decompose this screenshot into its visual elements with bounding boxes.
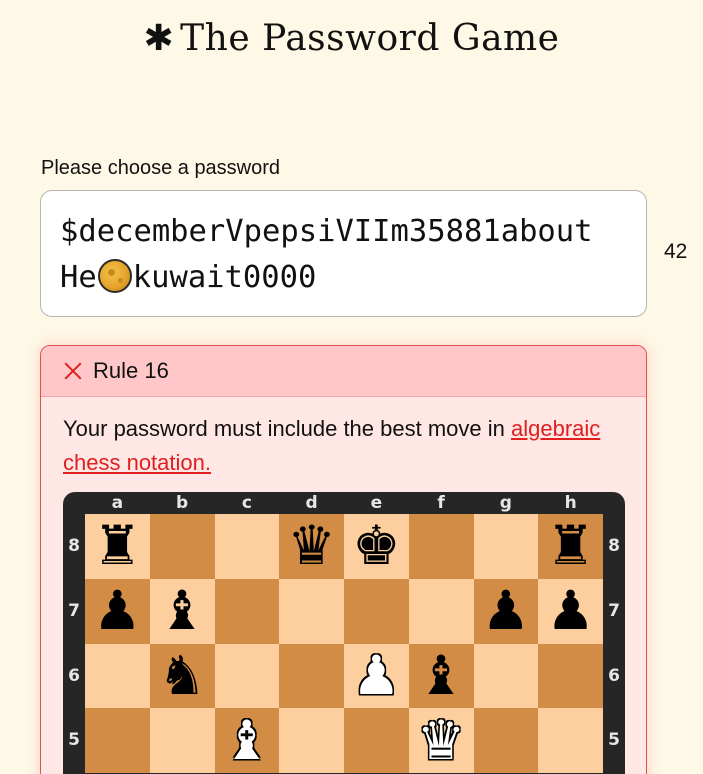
page-title: ✱ The Password Game: [0, 18, 703, 59]
square-h6: [538, 643, 603, 709]
white-pawn-icon: ♟: [352, 643, 401, 707]
square-d7: [279, 578, 344, 644]
page-title-text: The Password Game: [180, 18, 560, 59]
black-bishop-icon: ♝: [157, 579, 207, 643]
square-a7: ♟: [85, 578, 150, 644]
black-pawn-icon: ♟: [481, 579, 531, 643]
password-text-part2: kuwait0000: [132, 260, 317, 295]
rule-description-text: Your password must include the best move…: [63, 416, 511, 441]
file-labels: a b c d e f g h: [85, 492, 603, 514]
square-e5: [344, 708, 409, 773]
white-bishop-icon: ♝: [222, 708, 272, 772]
square-a6: [85, 643, 150, 709]
rule-header: Rule 16: [41, 346, 646, 397]
square-g7: ♟: [473, 578, 539, 644]
square-d8: ♛: [279, 514, 344, 579]
square-e7: [344, 578, 409, 644]
square-b7: ♝: [149, 578, 215, 644]
black-knight-icon: ♞: [157, 643, 207, 707]
square-g8: [473, 514, 539, 579]
rank-label-8: 8: [608, 536, 620, 556]
square-d6: [279, 643, 344, 709]
square-a8: ♜: [85, 514, 150, 579]
square-h7: ♟: [538, 578, 603, 644]
file-label-c: c: [241, 493, 252, 513]
chess-board-frame: abcdefgh 8765 8765 ♜ ♛ ♚ ♜ ♟ ♝ ♟ ♟ ♞ ♟ ♝ ♝ ♛: [63, 492, 625, 774]
square-c6: [214, 643, 280, 709]
black-pawn-icon: ♟: [546, 579, 595, 643]
white-queen-icon: ♛: [416, 708, 466, 772]
rule-card: Rule 16 Your password must include the b…: [40, 345, 647, 774]
rank-labels-left: 8 7 6 5: [63, 514, 85, 773]
rank-labels-right: 8 7 6 5: [603, 514, 625, 773]
file-label-f: f: [437, 493, 445, 513]
square-e8: ♚: [344, 514, 409, 579]
square-g5: [473, 708, 539, 773]
rule-title: Rule 16: [93, 358, 169, 383]
square-d5: [279, 708, 344, 773]
password-length-counter: 42: [664, 240, 688, 263]
black-rook-icon: ♜: [93, 514, 142, 578]
close-icon: [63, 361, 83, 381]
file-label-g: g: [499, 493, 512, 513]
square-f6: ♝: [408, 643, 474, 709]
square-b5: [149, 708, 215, 773]
rule-description: Your password must include the best move…: [41, 397, 646, 480]
rank-label-6: 6: [608, 665, 620, 686]
moon-icon: [97, 259, 132, 293]
rank-label-6: 6: [68, 665, 80, 686]
square-a5: [85, 708, 150, 773]
square-e6: ♟: [344, 643, 409, 709]
password-label: Please choose a password: [41, 157, 281, 179]
square-b6: ♞: [149, 643, 215, 709]
black-bishop-icon: ♝: [416, 643, 466, 707]
file-label-h: h: [564, 493, 577, 513]
rank-label-5: 5: [68, 730, 80, 751]
square-f7: [408, 578, 474, 644]
square-g6: [473, 643, 539, 709]
password-input[interactable]: $decemberVpepsiVIIm35881about He kuwait00…: [40, 190, 647, 317]
rank-label-5: 5: [608, 730, 620, 751]
square-c8: [214, 514, 280, 579]
square-f5: ♛: [408, 708, 474, 773]
black-queen-icon: ♛: [287, 514, 336, 578]
rank-label-8: 8: [68, 536, 80, 556]
asterisk-icon: ✱: [143, 18, 175, 59]
rank-label-7: 7: [68, 600, 80, 621]
chess-board: ♜ ♛ ♚ ♜ ♟ ♝ ♟ ♟ ♞ ♟ ♝ ♝ ♛: [85, 514, 603, 773]
square-c5: ♝: [214, 708, 280, 773]
square-b8: [149, 514, 215, 579]
black-pawn-icon: ♟: [93, 579, 142, 643]
square-h5: [538, 708, 603, 773]
square-h8: ♜: [538, 514, 603, 579]
file-label-b: b: [176, 493, 189, 513]
black-rook-icon: ♜: [546, 514, 595, 578]
rank-label-7: 7: [608, 600, 620, 621]
square-f8: [408, 514, 474, 579]
file-label-a: a: [111, 493, 124, 513]
file-label-e: e: [370, 493, 383, 513]
file-label-d: d: [305, 493, 318, 513]
square-c7: [214, 578, 280, 644]
black-king-icon: ♚: [352, 514, 401, 578]
